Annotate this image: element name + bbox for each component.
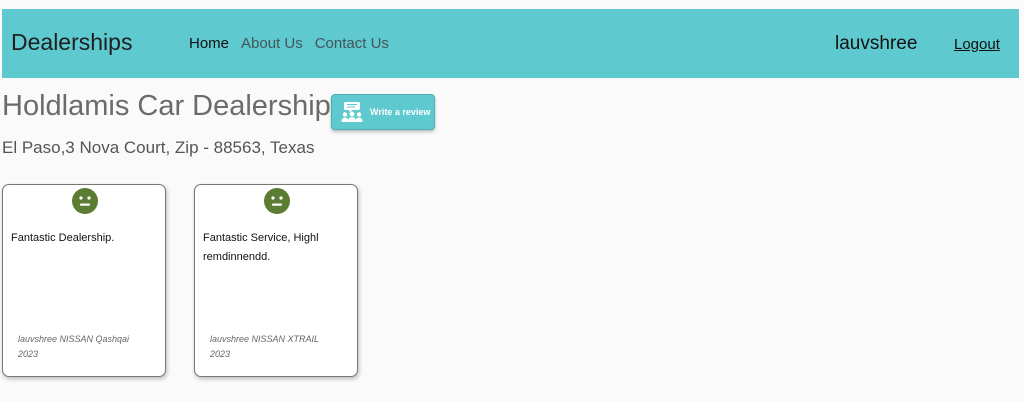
review-reviewer-car: lauvshree NISSAN XTRAIL: [210, 334, 320, 344]
review-card: Fantastic Dealership. lauvshree NISSAN Q…: [2, 184, 166, 377]
write-review-label: Write a review: [370, 107, 431, 117]
username: lauvshree: [835, 33, 918, 54]
dealer-name: Holdlamis Car Dealership: [2, 90, 331, 122]
review-text: Fantastic Dealership.: [11, 232, 115, 244]
nav-link-about-us[interactable]: About Us: [241, 35, 303, 52]
smiley-face-icon: [264, 188, 290, 214]
nav-links: Home About Us Contact Us: [189, 35, 389, 52]
write-review-button[interactable]: Write a review: [331, 94, 435, 130]
review-meta: lauvshree NISSAN XTRAIL 2023: [210, 332, 350, 362]
review-card: Fantastic Service, Highl remdinnendd. la…: [194, 184, 358, 377]
review-meta: lauvshree NISSAN Qashqai 2023: [18, 332, 158, 362]
nav-link-home[interactable]: Home: [189, 35, 229, 52]
smiley-face-icon: [72, 188, 98, 214]
nav-link-contact-us[interactable]: Contact Us: [315, 35, 389, 52]
review-people-icon: [341, 102, 363, 122]
review-reviewer-car: lauvshree NISSAN Qashqai: [18, 334, 130, 344]
review-text: Fantastic Service, Highl remdinnendd.: [203, 232, 319, 263]
review-year: 2023: [18, 349, 39, 359]
navbar: Dealerships Home About Us Contact Us lau…: [2, 9, 1019, 78]
review-year: 2023: [210, 349, 231, 359]
logout-link[interactable]: Logout: [954, 36, 1000, 53]
dealer-address: El Paso,3 Nova Court, Zip - 88563, Texas: [2, 138, 315, 157]
brand-title[interactable]: Dealerships: [11, 29, 132, 56]
